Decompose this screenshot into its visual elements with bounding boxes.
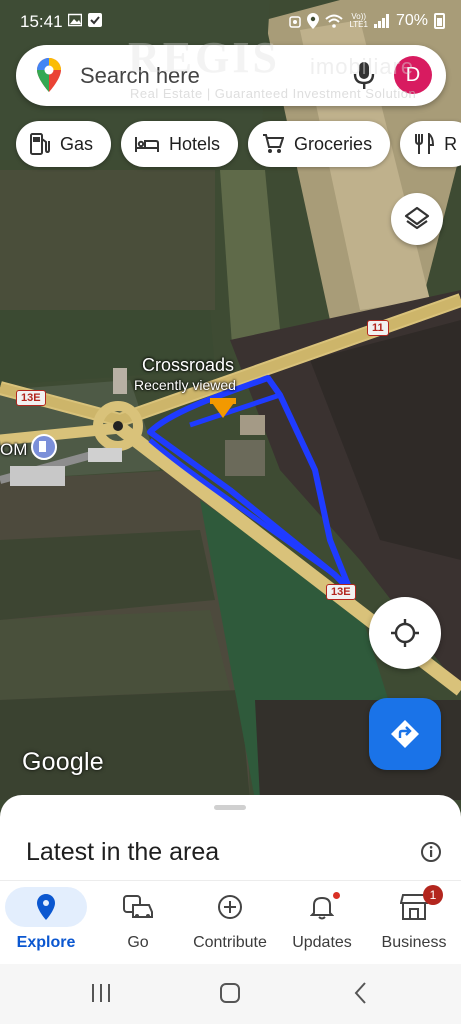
status-right: Vo)) LTE1 70%: [289, 12, 445, 30]
chip-restaurants-label: R: [444, 133, 458, 154]
nav-updates[interactable]: Updates: [276, 881, 368, 965]
sheet-title: Latest in the area: [26, 838, 220, 866]
wifi-icon: [325, 14, 344, 28]
layers-button[interactable]: [391, 193, 443, 245]
updates-dot: [333, 892, 340, 899]
search-bar[interactable]: Search here D: [16, 45, 446, 106]
bottom-sheet[interactable]: Latest in the area: [0, 795, 461, 885]
drag-handle[interactable]: [214, 805, 246, 810]
search-input[interactable]: Search here: [80, 63, 200, 89]
home-icon[interactable]: [219, 982, 241, 1004]
mic-icon[interactable]: [353, 62, 375, 90]
status-time: 15:41: [20, 12, 63, 31]
map-imagery: [0, 0, 461, 800]
chip-hotels-label: Hotels: [169, 133, 221, 154]
gas-station-icon: [30, 133, 50, 155]
nav-go[interactable]: Go: [92, 881, 184, 965]
battery-icon: [434, 13, 445, 29]
satellite-map[interactable]: Crossroads Recently viewed OM 11 13E 13E: [0, 0, 461, 800]
place-name-label[interactable]: Crossroads: [142, 355, 234, 376]
status-bar: 15:41 Vo)) LTE1 70%: [0, 0, 461, 42]
location-icon: [307, 13, 320, 29]
nav-explore[interactable]: Explore: [0, 881, 92, 965]
directions-button[interactable]: [369, 698, 441, 770]
battery-percent: 70%: [395, 12, 428, 29]
bed-icon: [135, 137, 160, 152]
info-icon[interactable]: [420, 841, 442, 863]
add-circle-icon: [218, 895, 242, 919]
restaurant-icon: [415, 133, 435, 154]
chip-gas-label: Gas: [60, 133, 94, 154]
explore-pin-icon: [37, 894, 55, 920]
chip-gas[interactable]: Gas: [16, 121, 112, 167]
alarm-icon: [289, 16, 302, 28]
gallery-icon: [68, 13, 82, 27]
avatar[interactable]: D: [394, 56, 432, 94]
google-attribution: Google: [22, 748, 104, 776]
my-location-button[interactable]: [369, 597, 441, 669]
road-badge-11: 11: [367, 320, 389, 336]
nav-business[interactable]: 1 Business: [368, 881, 460, 965]
layers-icon: [404, 206, 430, 230]
signal-icon: [373, 14, 389, 28]
category-chips: Gas Hotels Groceries R: [16, 121, 461, 167]
poi-label: OM: [0, 440, 28, 459]
cart-icon: [263, 134, 285, 153]
road-badge-13e-right: 13E: [326, 584, 356, 600]
crosshair-icon: [391, 619, 419, 647]
nav-contribute[interactable]: Contribute: [184, 881, 276, 965]
business-badge: 1: [423, 885, 443, 905]
gas-marker-icon[interactable]: [31, 434, 57, 460]
network-type: Vo)) LTE1: [349, 12, 368, 29]
check-notification-icon: [88, 13, 102, 27]
back-icon[interactable]: [350, 982, 372, 1004]
system-nav-bar: [0, 964, 461, 1024]
chip-restaurants[interactable]: R: [400, 121, 461, 167]
road-badge-13e-left: 13E: [16, 390, 46, 406]
chip-groceries-label: Groceries: [294, 133, 373, 154]
directions-icon: [391, 720, 419, 748]
recent-apps-icon[interactable]: [90, 982, 112, 1004]
bottom-nav: Explore Go Contribute Updates 1 Business: [0, 880, 461, 964]
commute-icon: [123, 895, 153, 918]
bell-icon: [310, 896, 334, 920]
google-maps-pin-icon: [37, 58, 61, 92]
place-sub-label: Recently viewed: [134, 377, 236, 393]
chip-groceries[interactable]: Groceries: [248, 121, 391, 167]
chip-hotels[interactable]: Hotels: [121, 121, 239, 167]
